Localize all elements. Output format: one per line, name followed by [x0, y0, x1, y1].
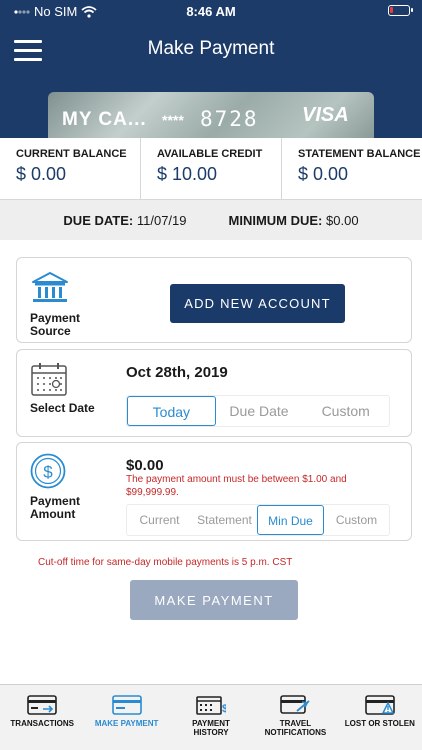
payment-amount-panel: $ Payment Amount $0.00 The payment amoun…: [16, 442, 412, 541]
credit-card-image: MY CA... **** 8728 VISA: [48, 92, 374, 140]
bottom-tab-bar: TRANSACTIONS MAKE PAYMENT $ PAYMENT HIST…: [0, 684, 422, 750]
date-option-due-date[interactable]: Due Date: [216, 396, 303, 426]
amount-option-custom[interactable]: Custom: [324, 505, 389, 535]
label-line: Amount: [30, 507, 76, 521]
selected-date: Oct 28th, 2019: [126, 364, 228, 381]
add-new-account-button[interactable]: ADD NEW ACCOUNT: [170, 284, 345, 323]
tab-lost-or-stolen[interactable]: LOST OR STOLEN: [338, 685, 422, 750]
minimum-due-value: $0.00: [326, 212, 359, 228]
make-payment-button[interactable]: MAKE PAYMENT: [130, 580, 298, 620]
payment-source-label: Payment Source: [30, 312, 80, 338]
balance-label: CURRENT BALANCE: [16, 148, 127, 160]
calendar-dollar-icon: $: [196, 696, 226, 715]
minimum-due-label: MINIMUM DUE:: [228, 212, 323, 228]
card-last-four: 8728: [200, 107, 259, 131]
bank-icon: [32, 272, 68, 302]
page-title: Make Payment: [147, 38, 275, 59]
due-date-value: 11/07/19: [136, 212, 187, 228]
due-date: DUE DATE: 11/07/19: [63, 213, 186, 228]
status-time: 8:46 AM: [186, 4, 236, 19]
tab-label-line: TRAVEL: [279, 719, 312, 728]
battery-icon: [388, 5, 413, 16]
tab-label-line: PAYMENT: [192, 719, 230, 728]
status-bar: No SIM 8:46 AM: [0, 0, 422, 22]
date-option-today[interactable]: Today: [127, 396, 216, 426]
card-brand-logo: VISA: [302, 104, 349, 126]
balance-label: AVAILABLE CREDIT: [157, 148, 263, 160]
tab-travel-notifications[interactable]: TRAVEL NOTIFICATIONS: [253, 685, 337, 750]
tab-label-line: NOTIFICATIONS: [264, 728, 327, 737]
select-date-panel: Select Date Oct 28th, 2019 Today Due Dat…: [16, 349, 412, 437]
label-line: Source: [30, 324, 71, 338]
card-payment-icon: [111, 695, 142, 715]
due-info-bar: DUE DATE: 11/07/19 MINIMUM DUE: $0.00: [0, 200, 422, 240]
select-date-label: Select Date: [30, 401, 95, 415]
tab-payment-history[interactable]: $ PAYMENT HISTORY: [169, 685, 253, 750]
dollar-coin-icon: $: [30, 453, 66, 489]
amount-option-group: Current Statement Min Due Custom: [126, 504, 390, 536]
cutoff-note: Cut-off time for same-day mobile payment…: [38, 557, 293, 568]
payment-amount-label: Payment Amount: [30, 495, 80, 521]
tab-make-payment[interactable]: MAKE PAYMENT: [84, 685, 168, 750]
svg-text:$: $: [222, 703, 226, 715]
balance-label: STATEMENT BALANCE: [298, 148, 421, 160]
amount-option-statement[interactable]: Statement: [192, 505, 257, 535]
svg-text:$: $: [43, 463, 53, 482]
label-line: Payment: [30, 311, 81, 325]
amount-error-message: The payment amount must be between $1.00…: [126, 474, 347, 498]
tab-transactions[interactable]: TRANSACTIONS: [0, 685, 84, 750]
date-option-group: Today Due Date Custom: [126, 395, 390, 427]
calendar-icon: [31, 363, 67, 396]
tab-label: LOST OR STOLEN: [344, 719, 415, 728]
balance-value: $ 0.00: [298, 164, 349, 184]
payment-source-panel: Payment Source ADD NEW ACCOUNT: [16, 257, 412, 343]
label-line: Payment: [30, 494, 81, 508]
card-name: MY CA...: [62, 109, 147, 130]
balance-value: $ 0.00: [16, 164, 67, 184]
amount-option-current[interactable]: Current: [127, 505, 192, 535]
balance-summary: CURRENT BALANCE $ 0.00 AVAILABLE CREDIT …: [0, 138, 422, 200]
card-transfer-icon: [27, 695, 58, 715]
card-masked-digits: ****: [162, 112, 184, 128]
amount-value[interactable]: $0.00: [126, 457, 164, 474]
available-credit: AVAILABLE CREDIT $ 10.00: [141, 138, 282, 199]
amount-option-min-due[interactable]: Min Due: [257, 505, 324, 535]
due-date-label: DUE DATE:: [63, 212, 134, 228]
tab-label-line: HISTORY: [193, 728, 229, 737]
current-balance: CURRENT BALANCE $ 0.00: [0, 138, 141, 199]
minimum-due: MINIMUM DUE: $0.00: [229, 213, 359, 228]
card-warning-icon: [365, 695, 395, 715]
tab-label: TRANSACTIONS: [10, 719, 74, 728]
tab-label: MAKE PAYMENT: [94, 719, 159, 728]
date-option-custom[interactable]: Custom: [302, 396, 389, 426]
tab-label: PAYMENT HISTORY: [169, 719, 253, 737]
balance-value: $ 10.00: [157, 164, 218, 184]
tab-label: TRAVEL NOTIFICATIONS: [253, 719, 337, 737]
card-plane-icon: [280, 695, 310, 714]
statement-balance: STATEMENT BALANCE $ 0.00: [282, 138, 422, 199]
